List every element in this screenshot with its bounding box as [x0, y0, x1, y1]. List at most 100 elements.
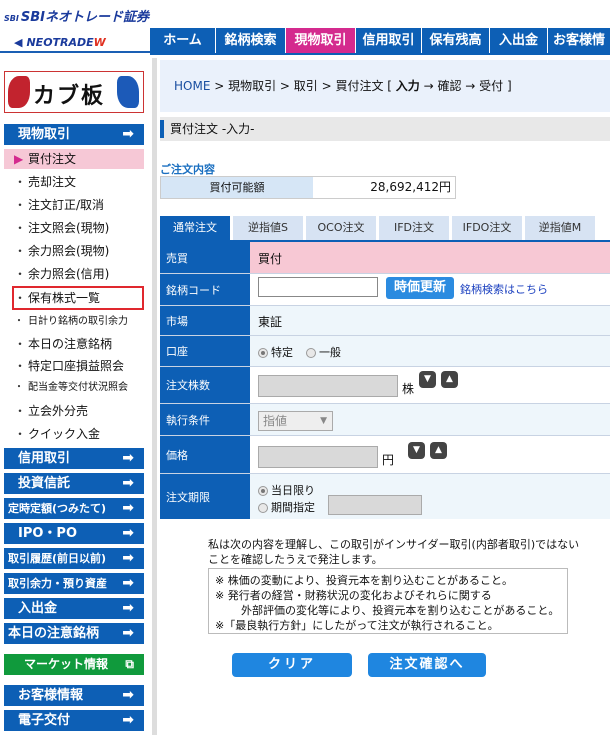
row-account: 口座 特定 一般: [160, 336, 610, 367]
confirm-order-button[interactable]: 注文確認へ: [368, 653, 486, 677]
sidebar-item-buy-order[interactable]: ▶ 買付注文: [4, 149, 144, 169]
breadcrumb-home-link[interactable]: HOME: [174, 79, 210, 93]
account-option-label: 特定: [271, 346, 293, 359]
sidebar-head-margin[interactable]: 信用取引 ➡: [4, 448, 144, 469]
sidebar-head-spot[interactable]: 現物取引 ➡: [4, 124, 144, 145]
sidebar-item-order-inquiry[interactable]: ・注文照会(現物): [14, 218, 146, 238]
nav-deposit[interactable]: 入出金: [490, 28, 548, 53]
brand-logo[interactable]: SBI SBIネオトレード証券 ◀ NEOTRADEW: [0, 0, 150, 55]
execution-select-value: 指値: [263, 414, 288, 428]
sidebar-item-daytrade-balance[interactable]: ・日計り銘柄の取引余力: [14, 312, 146, 332]
tab-ifdo[interactable]: IFDO注文: [452, 216, 522, 240]
available-amount-value: 28,692,412円: [313, 177, 455, 198]
sidebar-item-balance-spot[interactable]: ・余力照会(現物): [14, 241, 146, 261]
radio-icon: [258, 503, 268, 513]
sidebar-item-dividend-status[interactable]: ・配当金等交付状況照会: [14, 378, 146, 398]
neotrade-w-mark: W: [93, 36, 106, 49]
stock-code-input[interactable]: [258, 277, 378, 297]
bullet-icon: ・: [14, 316, 24, 327]
arrow-right-icon: ➡: [122, 450, 134, 466]
execution-select[interactable]: 指値 ▼: [258, 411, 333, 431]
term-cell: 当日限り 期間指定: [252, 474, 610, 519]
sidebar-head-customer[interactable]: お客様情報 ➡: [4, 685, 144, 706]
quantity-input[interactable]: [258, 375, 398, 397]
sidebar-item-label: 注文訂正/取消: [28, 198, 105, 212]
quantity-down-button[interactable]: ▼: [419, 371, 436, 388]
nav-margin-trading[interactable]: 信用取引: [356, 28, 422, 53]
external-link-icon: ⧉: [125, 657, 134, 671]
sidebar-item-tokutei-pl[interactable]: ・特定口座損益照会: [14, 356, 146, 376]
tab-stop-s[interactable]: 逆指値S: [233, 216, 303, 240]
sidebar-item-holdings-list[interactable]: ・保有株式一覧: [12, 286, 144, 310]
arrow-right-icon: ➡: [122, 475, 134, 491]
clear-button[interactable]: クリア: [232, 653, 352, 677]
price-cell: 円 ▼ ▲: [252, 436, 610, 473]
tab-stop-m[interactable]: 逆指値M: [525, 216, 595, 240]
breadcrumb-box: HOME > 現物取引 > 取引 > 買付注文 [ 入力 → 確認 → 受付 ]: [160, 60, 610, 112]
account-option-ippan[interactable]: 一般: [306, 344, 341, 360]
price-down-button[interactable]: ▼: [408, 442, 425, 459]
quantity-up-button[interactable]: ▲: [441, 371, 458, 388]
sidebar-head-label: IPO・PO: [18, 526, 77, 541]
bullet-icon: ・: [14, 427, 27, 441]
nav-holdings[interactable]: 保有残高: [422, 28, 490, 53]
available-amount-unit: 円: [438, 180, 451, 194]
stock-code-label: 銘柄コード: [160, 274, 250, 305]
tab-ifd[interactable]: IFD注文: [379, 216, 449, 240]
trade-type-value: 買付: [258, 252, 283, 266]
neotrade-text: NEOTRADE: [26, 36, 94, 49]
tab-oco[interactable]: OCO注文: [306, 216, 376, 240]
price-update-button[interactable]: 時価更新: [386, 277, 454, 299]
price-input[interactable]: [258, 446, 378, 468]
sidebar-head-market[interactable]: マーケット情報 ⧉: [4, 654, 144, 675]
arrow-right-icon: ➡: [122, 550, 134, 566]
account-option-tokutei[interactable]: 特定: [258, 344, 293, 360]
sidebar-item-order-cancel[interactable]: ・注文訂正/取消: [14, 195, 146, 215]
sidebar-item-quick-deposit[interactable]: ・クイック入金: [14, 424, 146, 444]
market-label: 市場: [160, 306, 250, 335]
sidebar-head-deposit[interactable]: 入出金 ➡: [4, 598, 144, 619]
sbi-logo: SBI SBIネオトレード証券: [4, 6, 149, 25]
bullet-icon: ・: [14, 175, 27, 189]
sidebar-head-tsumitate[interactable]: 定時定額(つみたて) ➡: [4, 498, 144, 519]
sidebar-head-e-delivery[interactable]: 電子交付 ➡: [4, 710, 144, 731]
arrow-right-icon: ➡: [122, 500, 134, 516]
sidebar-head-label: 取引余力・預り資産: [8, 577, 107, 590]
sidebar-head-balance[interactable]: 取引余力・預り資産 ➡: [4, 573, 144, 594]
breadcrumb-path: > 現物取引 > 取引 > 買付注文 [: [210, 79, 396, 93]
sidebar-head-label: 取引履歴(前日以前): [8, 552, 107, 565]
nav-customer[interactable]: お客様情: [548, 28, 610, 53]
row-term: 注文期限 当日限り 期間指定: [160, 474, 610, 519]
sidebar-item-balance-margin[interactable]: ・余力照会(信用): [14, 264, 146, 284]
sidebar-head-trust[interactable]: 投資信託 ➡: [4, 473, 144, 494]
bullet-icon: ・: [14, 404, 27, 418]
kabuita-banner[interactable]: カブ板: [4, 71, 144, 113]
sidebar-item-label: 本日の注意銘柄: [28, 337, 113, 351]
available-amount-label: 買付可能額: [161, 177, 313, 198]
nav-stock-search[interactable]: 銘柄検索: [216, 28, 286, 53]
insider-confirmation-text: 私は次の内容を理解し、この取引がインサイダー取引(内部者取引)ではないことを確認…: [208, 538, 580, 566]
sidebar-head-label: 電子交付: [18, 713, 71, 728]
term-option-period[interactable]: 期間指定: [258, 499, 315, 515]
order-type-tabs: 通常注文 逆指値S OCO注文 IFD注文 IFDO注文 逆指値M: [160, 216, 596, 240]
price-up-button[interactable]: ▲: [430, 442, 447, 459]
sidebar-item-today-notice[interactable]: ・本日の注意銘柄: [14, 334, 146, 354]
bullet-icon: ・: [14, 382, 24, 393]
stock-search-link[interactable]: 銘柄検索はこちら: [460, 281, 548, 297]
term-option-today[interactable]: 当日限り: [258, 482, 315, 498]
kabuita-right-mascot-icon: [117, 76, 139, 108]
neotrade-logo: ◀ NEOTRADEW: [14, 36, 106, 49]
arrow-right-icon: ➡: [122, 525, 134, 541]
sidebar-item-sell-order[interactable]: ・売却注文: [14, 172, 146, 192]
sidebar-head-ipo[interactable]: IPO・PO ➡: [4, 523, 144, 544]
sidebar-head-today-notice[interactable]: 本日の注意銘柄 ➡: [4, 623, 144, 644]
tab-normal-order[interactable]: 通常注文: [160, 216, 230, 240]
arrow-right-icon: ➡: [122, 600, 134, 616]
arrow-right-icon: ➡: [122, 126, 134, 142]
sidebar-item-off-auction[interactable]: ・立会外分売: [14, 401, 146, 421]
sidebar-head-history[interactable]: 取引履歴(前日以前) ➡: [4, 548, 144, 569]
nav-home[interactable]: ホーム: [150, 28, 216, 53]
available-amount-table: 買付可能額 28,692,412円: [160, 176, 456, 199]
nav-spot-trading[interactable]: 現物取引: [286, 28, 356, 53]
term-date-input[interactable]: [328, 495, 422, 515]
